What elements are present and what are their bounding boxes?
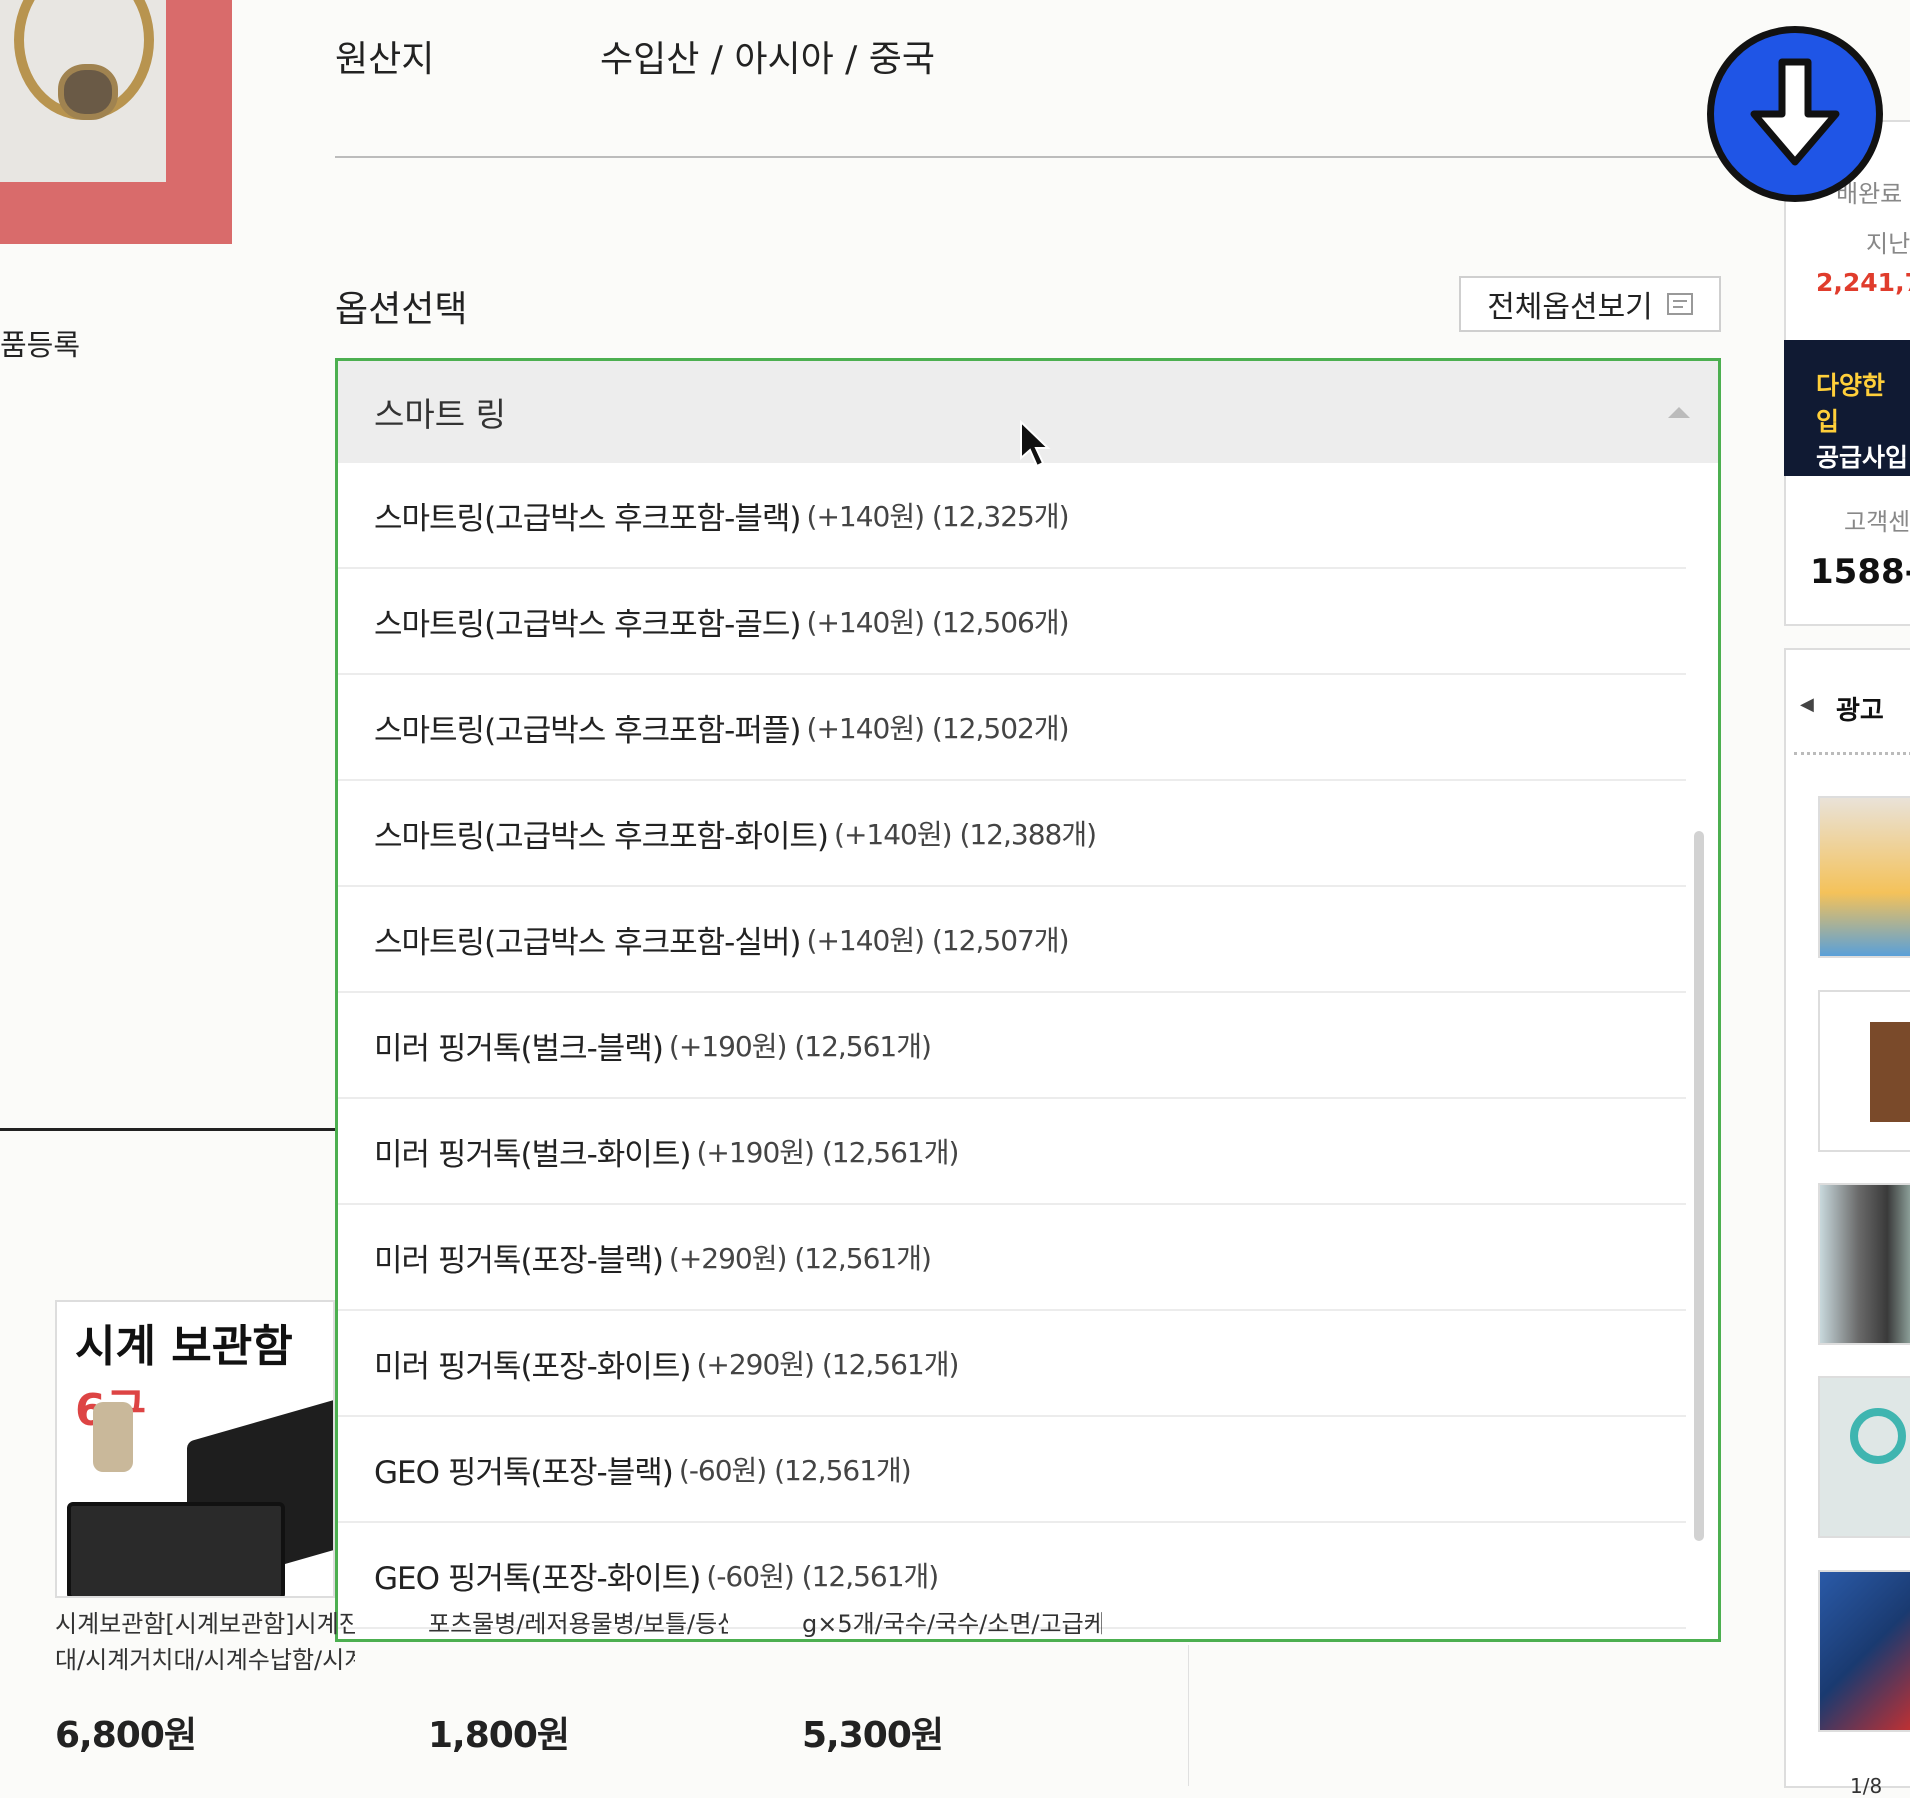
ad-label: 광고	[1836, 696, 1884, 726]
option-price-stock: (-60원) (12,561개)	[678, 1454, 912, 1487]
product-card-price: 6,800원	[55, 1715, 197, 1756]
option-name: 스마트링(고급박스 후크포함-블랙)	[374, 500, 802, 537]
option-price-stock: (+140원) (12,506개)	[806, 606, 1070, 639]
option-price-stock: (+190원) (12,561개)	[696, 1136, 959, 1169]
list-icon	[1666, 293, 1693, 315]
dropdown-option[interactable]: 스마트링(고급박스 후크포함-퍼플) (+140원) (12,502개)	[338, 675, 1686, 781]
caret-up-icon	[1668, 407, 1690, 418]
option-name: 스마트링(고급박스 후크포함-퍼플)	[374, 712, 802, 749]
option-name: 스마트링(고급박스 후크포함-골드)	[374, 606, 802, 643]
product-card-title[interactable]: 포츠물병/레저용물병/보틀/등산용	[428, 1606, 728, 1686]
arrow-down-icon	[1750, 58, 1840, 166]
dropdown-option[interactable]: 스마트링(고급박스 후크포함-골드) (+140원) (12,506개)	[338, 569, 1686, 675]
product-photo	[0, 0, 166, 182]
dropdown-option[interactable]: 미러 핑거톡(포장-화이트) (+290원) (12,561개)	[338, 1311, 1686, 1417]
option-price-stock: (+290원) (12,561개)	[668, 1242, 932, 1275]
dropdown-scrollbar[interactable]	[1694, 831, 1704, 1541]
dropdown-options-list: 스마트링(고급박스 후크포함-블랙) (+140원) (12,325개) 스마트링…	[338, 463, 1718, 1629]
option-name: 미러 핑거톡(포장-블랙)	[374, 1242, 664, 1279]
option-price-stock: (+290원) (12,561개)	[696, 1348, 959, 1381]
column-divider	[1188, 1645, 1189, 1786]
dropdown-selected-value: 스마트 링	[374, 395, 506, 434]
download-button[interactable]	[1707, 26, 1883, 202]
sidebar-banner-line: 다양한 입	[1816, 371, 1886, 436]
product-register-label: 품등록	[0, 328, 81, 362]
card-title-line: 시계보관함[시계보관함]시계진열	[55, 1610, 355, 1638]
product-card-image[interactable]: 시계 보관함 6구	[55, 1300, 335, 1598]
view-all-options-label: 전체옵션보기	[1487, 290, 1653, 325]
option-name: 미러 핑거톡(벌크-화이트)	[374, 1136, 691, 1173]
ad-divider	[1794, 752, 1910, 755]
ad-thumbnail-graphic	[1850, 1408, 1906, 1464]
left-divider	[0, 1128, 336, 1131]
product-image[interactable]	[0, 0, 232, 244]
watch-box-open-graphic	[67, 1502, 285, 1596]
product-card-price: 5,300원	[802, 1715, 944, 1756]
sidebar-banner-line: 공급사입	[1816, 443, 1909, 472]
ad-thumbnail-graphic	[1870, 1022, 1910, 1122]
ad-thumbnail[interactable]	[1818, 796, 1910, 958]
ad-thumbnail[interactable]	[1818, 1570, 1910, 1732]
watch-graphic	[93, 1402, 133, 1472]
sidebar-cs-label: 고객센	[1844, 508, 1910, 536]
dropdown-option[interactable]: 미러 핑거톡(벌크-블랙) (+190원) (12,561개)	[338, 993, 1686, 1099]
card-title-line: 포츠물병/레저용물병/보틀/등산용	[428, 1610, 728, 1638]
ad-thumbnail[interactable]	[1818, 1376, 1910, 1538]
option-dropdown[interactable]: 스마트 링 스마트링(고급박스 후크포함-블랙) (+140원) (12,325개…	[335, 358, 1721, 1642]
card-title-line: 대/시계거치대/시계수납함/시계정	[55, 1646, 355, 1674]
dropdown-option[interactable]: 미러 핑거톡(포장-블랙) (+290원) (12,561개)	[338, 1205, 1686, 1311]
option-price-stock: (-60원) (12,561개)	[706, 1560, 939, 1593]
ad-prev-icon[interactable]: ◀	[1800, 694, 1814, 715]
dropdown-option[interactable]: 미러 핑거톡(벌크-화이트) (+190원) (12,561개)	[338, 1099, 1686, 1205]
card-image-headline-text: 시계 보관함	[75, 1321, 293, 1372]
ad-thumbnail[interactable]	[1818, 990, 1910, 1152]
sidebar-cs-phone[interactable]: 1588-0	[1810, 552, 1910, 592]
option-name: 스마트링(고급박스 후크포함-화이트)	[374, 818, 829, 855]
dropdown-option[interactable]: 스마트링(고급박스 후크포함-블랙) (+140원) (12,325개)	[338, 463, 1686, 569]
product-card-title[interactable]: g×5개/국수/국수/소면/고급케이	[802, 1606, 1102, 1686]
option-select-title: 옵션선택	[335, 289, 468, 330]
view-all-options-button[interactable]: 전체옵션보기	[1459, 276, 1721, 332]
option-name: GEO 핑거톡(포장-블랙)	[374, 1454, 674, 1491]
origin-value: 수입산 / 아시아 / 중국	[600, 39, 935, 80]
dropdown-option[interactable]: 스마트링(고급박스 후크포함-화이트) (+140원) (12,388개)	[338, 781, 1686, 887]
option-name: 미러 핑거톡(포장-화이트)	[374, 1348, 691, 1385]
option-price-stock: (+140원) (12,502개)	[806, 712, 1070, 745]
product-card-title[interactable]: 시계보관함[시계보관함]시계진열 대/시계거치대/시계수납함/시계정	[55, 1606, 355, 1686]
sidebar-banner[interactable]: 다양한 입 공급사입	[1784, 340, 1910, 476]
sidebar-amount: 2,241,71	[1816, 268, 1910, 297]
ad-page-indicator: 1/8	[1850, 1774, 1883, 1798]
ring-stone-graphic	[58, 64, 118, 120]
option-price-stock: (+190원) (12,561개)	[668, 1030, 932, 1063]
option-name: 미러 핑거톡(벌크-블랙)	[374, 1030, 664, 1067]
sidebar-last-text: 지난	[1866, 230, 1910, 258]
dropdown-option[interactable]: GEO 핑거톡(포장-블랙) (-60원) (12,561개)	[338, 1417, 1686, 1523]
option-name: GEO 핑거톡(포장-화이트)	[374, 1560, 701, 1597]
option-name: 스마트링(고급박스 후크포함-실버)	[374, 924, 802, 961]
info-divider	[335, 156, 1810, 158]
origin-label: 원산지	[335, 39, 435, 80]
card-title-line: g×5개/국수/국수/소면/고급케이	[802, 1610, 1102, 1638]
ad-thumbnail[interactable]	[1818, 1183, 1910, 1345]
product-card-price: 1,800원	[428, 1715, 570, 1756]
option-price-stock: (+140원) (12,325개)	[806, 500, 1070, 533]
dropdown-option[interactable]: 스마트링(고급박스 후크포함-실버) (+140원) (12,507개)	[338, 887, 1686, 993]
option-price-stock: (+140원) (12,507개)	[806, 924, 1070, 957]
mouse-cursor-icon	[1020, 420, 1051, 468]
option-price-stock: (+140원) (12,388개)	[834, 818, 1097, 851]
